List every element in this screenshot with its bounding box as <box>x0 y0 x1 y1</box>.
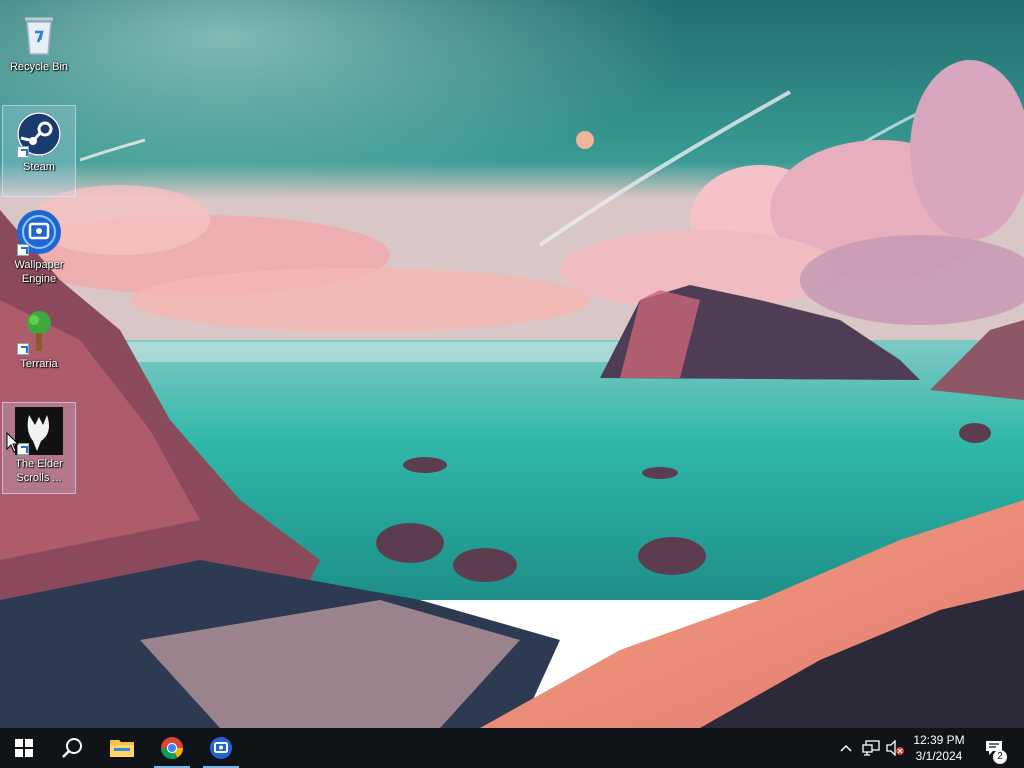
wallpaper <box>0 0 1024 728</box>
network-button[interactable] <box>860 728 882 768</box>
taskbar: 12:39 PM 3/1/2024 <box>0 728 1024 768</box>
wallpaper-engine-icon <box>210 737 232 759</box>
network-icon <box>862 740 880 756</box>
steam-icon <box>15 110 63 158</box>
desktop-icon-label: The Elder Scrolls ... <box>15 458 63 484</box>
desktop-icon-label: Wallpaper Engine <box>14 259 64 285</box>
taskbar-file-explorer[interactable] <box>98 728 146 768</box>
start-button[interactable] <box>0 728 48 768</box>
search-icon <box>62 738 82 758</box>
taskbar-chrome[interactable] <box>148 728 196 768</box>
wallpaper-engine-icon <box>15 208 63 256</box>
elder-scrolls-icon <box>15 407 63 455</box>
desktop-icon-terraria[interactable]: Terraria <box>2 303 76 395</box>
desktop[interactable]: Recycle Bin Steam Wallpaper Engine Terra… <box>0 0 1024 728</box>
desktop-icon-wallpaper-engine[interactable]: Wallpaper Engine <box>2 204 76 296</box>
desktop-icon-label: Recycle Bin <box>9 61 69 73</box>
desktop-icon-label: Terraria <box>20 358 58 370</box>
show-hidden-icons-button[interactable] <box>836 728 856 768</box>
shortcut-arrow-icon <box>17 244 29 256</box>
clock[interactable]: 12:39 PM 3/1/2024 <box>900 732 978 764</box>
taskbar-wallpaper-engine[interactable] <box>197 728 245 768</box>
chevron-up-icon <box>840 744 852 752</box>
mouse-cursor <box>6 432 20 453</box>
folder-icon <box>110 740 134 757</box>
search-button[interactable] <box>48 728 96 768</box>
recycle-bin-icon <box>15 10 63 58</box>
terraria-icon <box>15 307 63 355</box>
windows-logo-icon <box>15 739 33 757</box>
desktop-icon-label: Steam <box>23 161 55 173</box>
clock-time: 12:39 PM <box>913 733 965 747</box>
clock-date: 3/1/2024 <box>915 749 963 763</box>
chrome-icon <box>161 737 183 759</box>
notification-count-badge: 2 <box>993 750 1007 764</box>
shortcut-arrow-icon <box>17 343 29 355</box>
desktop-icon-steam[interactable]: Steam <box>2 105 76 197</box>
desktop-icon-recycle-bin[interactable]: Recycle Bin <box>2 6 76 98</box>
shortcut-arrow-icon <box>17 146 29 158</box>
